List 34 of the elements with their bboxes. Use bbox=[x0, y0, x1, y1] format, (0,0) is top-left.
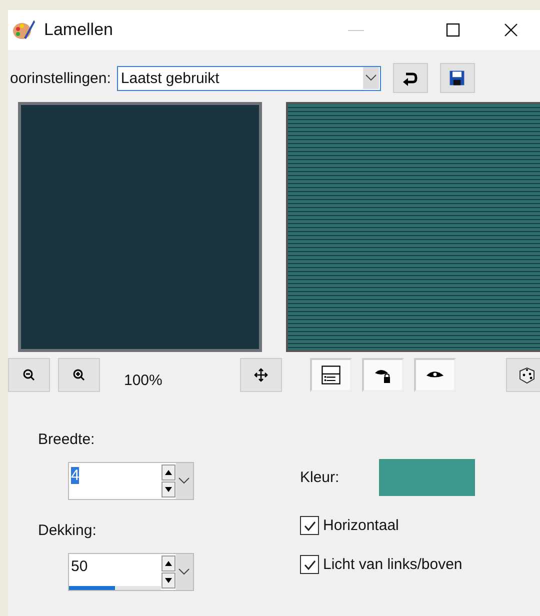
move-arrows-icon bbox=[254, 368, 268, 382]
random-button[interactable] bbox=[506, 358, 540, 392]
preview-toggle[interactable] bbox=[414, 358, 456, 392]
lock-preview-toggle[interactable] bbox=[362, 358, 404, 392]
opacity-field[interactable]: 50 bbox=[68, 553, 194, 591]
zoom-in-icon bbox=[72, 368, 86, 382]
spinner-icon bbox=[161, 463, 193, 499]
zoom-out-button[interactable] bbox=[8, 358, 50, 392]
zoom-in-button[interactable] bbox=[58, 358, 100, 392]
width-field[interactable]: 4 bbox=[68, 462, 194, 500]
pan-button[interactable] bbox=[240, 358, 282, 392]
checkbox-label: Horizontaal bbox=[323, 517, 399, 534]
proof-toggle[interactable] bbox=[310, 358, 352, 392]
checkbox-label: Licht van links/boven bbox=[323, 556, 462, 573]
checkbox[interactable] bbox=[300, 516, 319, 535]
reset-button[interactable] bbox=[392, 63, 428, 93]
color-label: Kleur: bbox=[300, 469, 340, 486]
zoom-out-icon bbox=[22, 368, 36, 382]
close-button[interactable] bbox=[503, 22, 519, 38]
dice-icon bbox=[517, 365, 537, 385]
palette-icon bbox=[12, 18, 36, 42]
width-label: Breedte: bbox=[38, 431, 96, 448]
opacity-label: Dekking: bbox=[38, 522, 98, 539]
eye-icon bbox=[426, 371, 444, 379]
checkbox[interactable] bbox=[300, 555, 319, 574]
presets-label: oorinstellingen: bbox=[10, 70, 111, 86]
color-swatch[interactable] bbox=[379, 459, 476, 496]
window-title: Lamellen bbox=[44, 20, 113, 40]
maximize-button[interactable] bbox=[445, 22, 461, 38]
save-button[interactable] bbox=[440, 63, 475, 93]
presets-dropdown[interactable]: Laatst gebruikt bbox=[116, 66, 381, 90]
spinner-icon bbox=[161, 554, 193, 590]
list-panel-icon bbox=[320, 364, 342, 386]
zoom-level: 100% bbox=[124, 372, 164, 388]
